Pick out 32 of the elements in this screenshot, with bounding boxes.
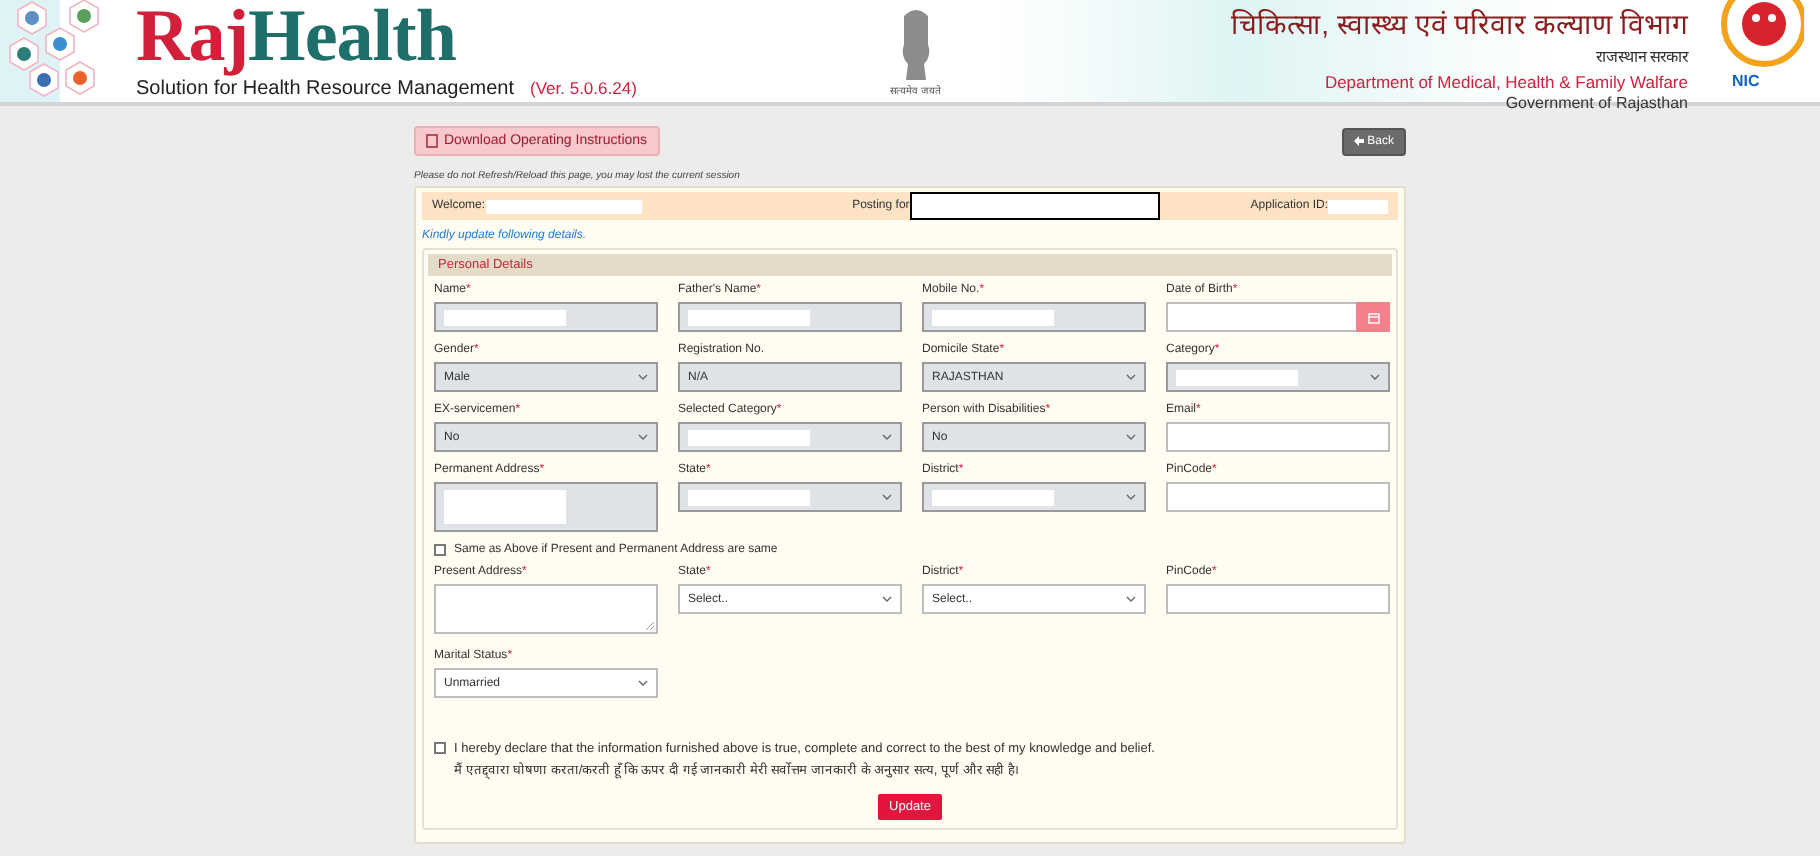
checkbox[interactable]	[434, 544, 446, 556]
department-hindi: चिकित्सा, स्वास्थ्य एवं परिवार कल्याण विभाग	[1231, 6, 1688, 42]
caret-icon	[882, 494, 892, 500]
caret-icon	[1126, 494, 1136, 500]
version-label: (Ver. 5.0.6.24)	[530, 78, 637, 98]
department-name: Department of Medical, Health & Family Walfare	[1324, 72, 1688, 92]
caret-icon	[638, 374, 648, 380]
government-name: Government of Rajasthan	[1505, 94, 1688, 112]
caret-icon	[1126, 596, 1136, 602]
checkbox[interactable]	[434, 742, 446, 754]
calendar-button[interactable]	[1356, 302, 1390, 332]
mission-logo-icon	[1716, 0, 1804, 68]
caret-icon	[1126, 434, 1136, 440]
tagline: Solution for Health Resource Management	[136, 78, 514, 100]
resize-grip-icon	[646, 622, 654, 630]
app-logo: RajHealth	[136, 2, 458, 74]
calendar-icon	[1367, 311, 1379, 323]
input-field[interactable]	[1166, 584, 1390, 614]
input-field[interactable]	[1166, 482, 1390, 512]
arrow-left-icon	[1353, 136, 1364, 146]
partner-logo-text: NIC	[1732, 72, 1760, 90]
date-field[interactable]	[1166, 302, 1390, 332]
input-field[interactable]	[1166, 422, 1390, 452]
text-area[interactable]	[434, 584, 658, 634]
caret-icon	[638, 434, 648, 440]
caret-icon	[1126, 374, 1136, 380]
caret-icon	[1370, 374, 1380, 380]
government-hindi: राजस्थान सरकार	[1595, 46, 1688, 66]
caret-icon	[638, 680, 648, 686]
caret-icon	[882, 434, 892, 440]
caret-icon	[882, 596, 892, 602]
document-icon	[426, 134, 438, 148]
